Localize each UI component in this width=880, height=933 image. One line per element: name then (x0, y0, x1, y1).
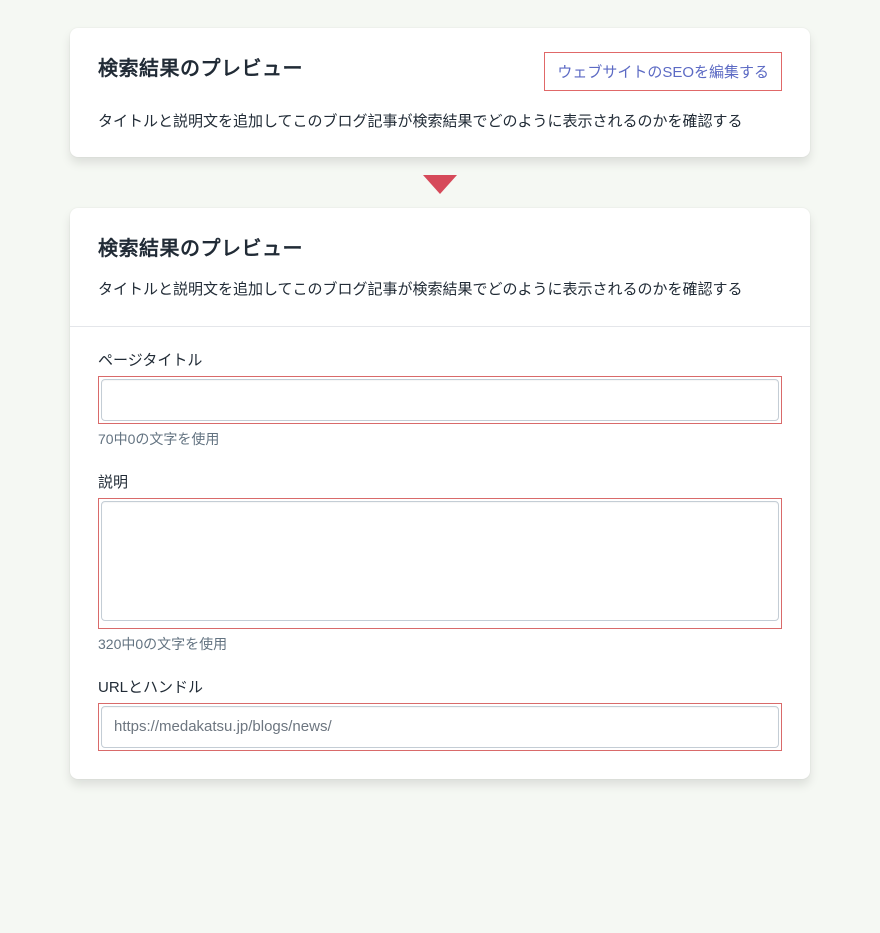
page-title-input[interactable] (101, 379, 779, 421)
seo-preview-collapsed-card: 検索結果のプレビュー ウェブサイトのSEOを編集する タイトルと説明文を追加して… (70, 28, 810, 157)
arrow-down-icon (423, 175, 457, 194)
meta-description-input[interactable] (101, 501, 779, 621)
meta-description-label: 説明 (98, 471, 782, 492)
page-title-field-block: ページタイトル 70中0の文字を使用 (98, 349, 782, 449)
page-title-highlight (98, 376, 782, 424)
url-handle-input[interactable] (101, 706, 779, 748)
divider (70, 326, 810, 327)
page-title-helper: 70中0の文字を使用 (98, 429, 782, 449)
edit-seo-button[interactable]: ウェブサイトのSEOを編集する (549, 55, 777, 88)
meta-description-helper: 320中0の文字を使用 (98, 634, 782, 654)
url-handle-field-block: URLとハンドル (98, 676, 782, 751)
card-description: タイトルと説明文を追加してこのブログ記事が検索結果でどのように表示されるのかを確… (98, 277, 782, 303)
seo-preview-expanded-card: 検索結果のプレビュー タイトルと説明文を追加してこのブログ記事が検索結果でどのよ… (70, 208, 810, 778)
url-handle-label: URLとハンドル (98, 676, 782, 697)
meta-description-field-block: 説明 320中0の文字を使用 (98, 471, 782, 654)
card-header: 検索結果のプレビュー ウェブサイトのSEOを編集する (98, 52, 782, 91)
url-handle-highlight (98, 703, 782, 751)
arrow-container (70, 157, 810, 208)
card-title: 検索結果のプレビュー (98, 232, 303, 261)
card-title: 検索結果のプレビュー (98, 52, 303, 81)
edit-seo-highlight: ウェブサイトのSEOを編集する (544, 52, 782, 91)
card-description: タイトルと説明文を追加してこのブログ記事が検索結果でどのように表示されるのかを確… (98, 109, 782, 135)
card-header: 検索結果のプレビュー (98, 232, 782, 261)
meta-description-highlight (98, 498, 782, 629)
page-title-label: ページタイトル (98, 349, 782, 370)
